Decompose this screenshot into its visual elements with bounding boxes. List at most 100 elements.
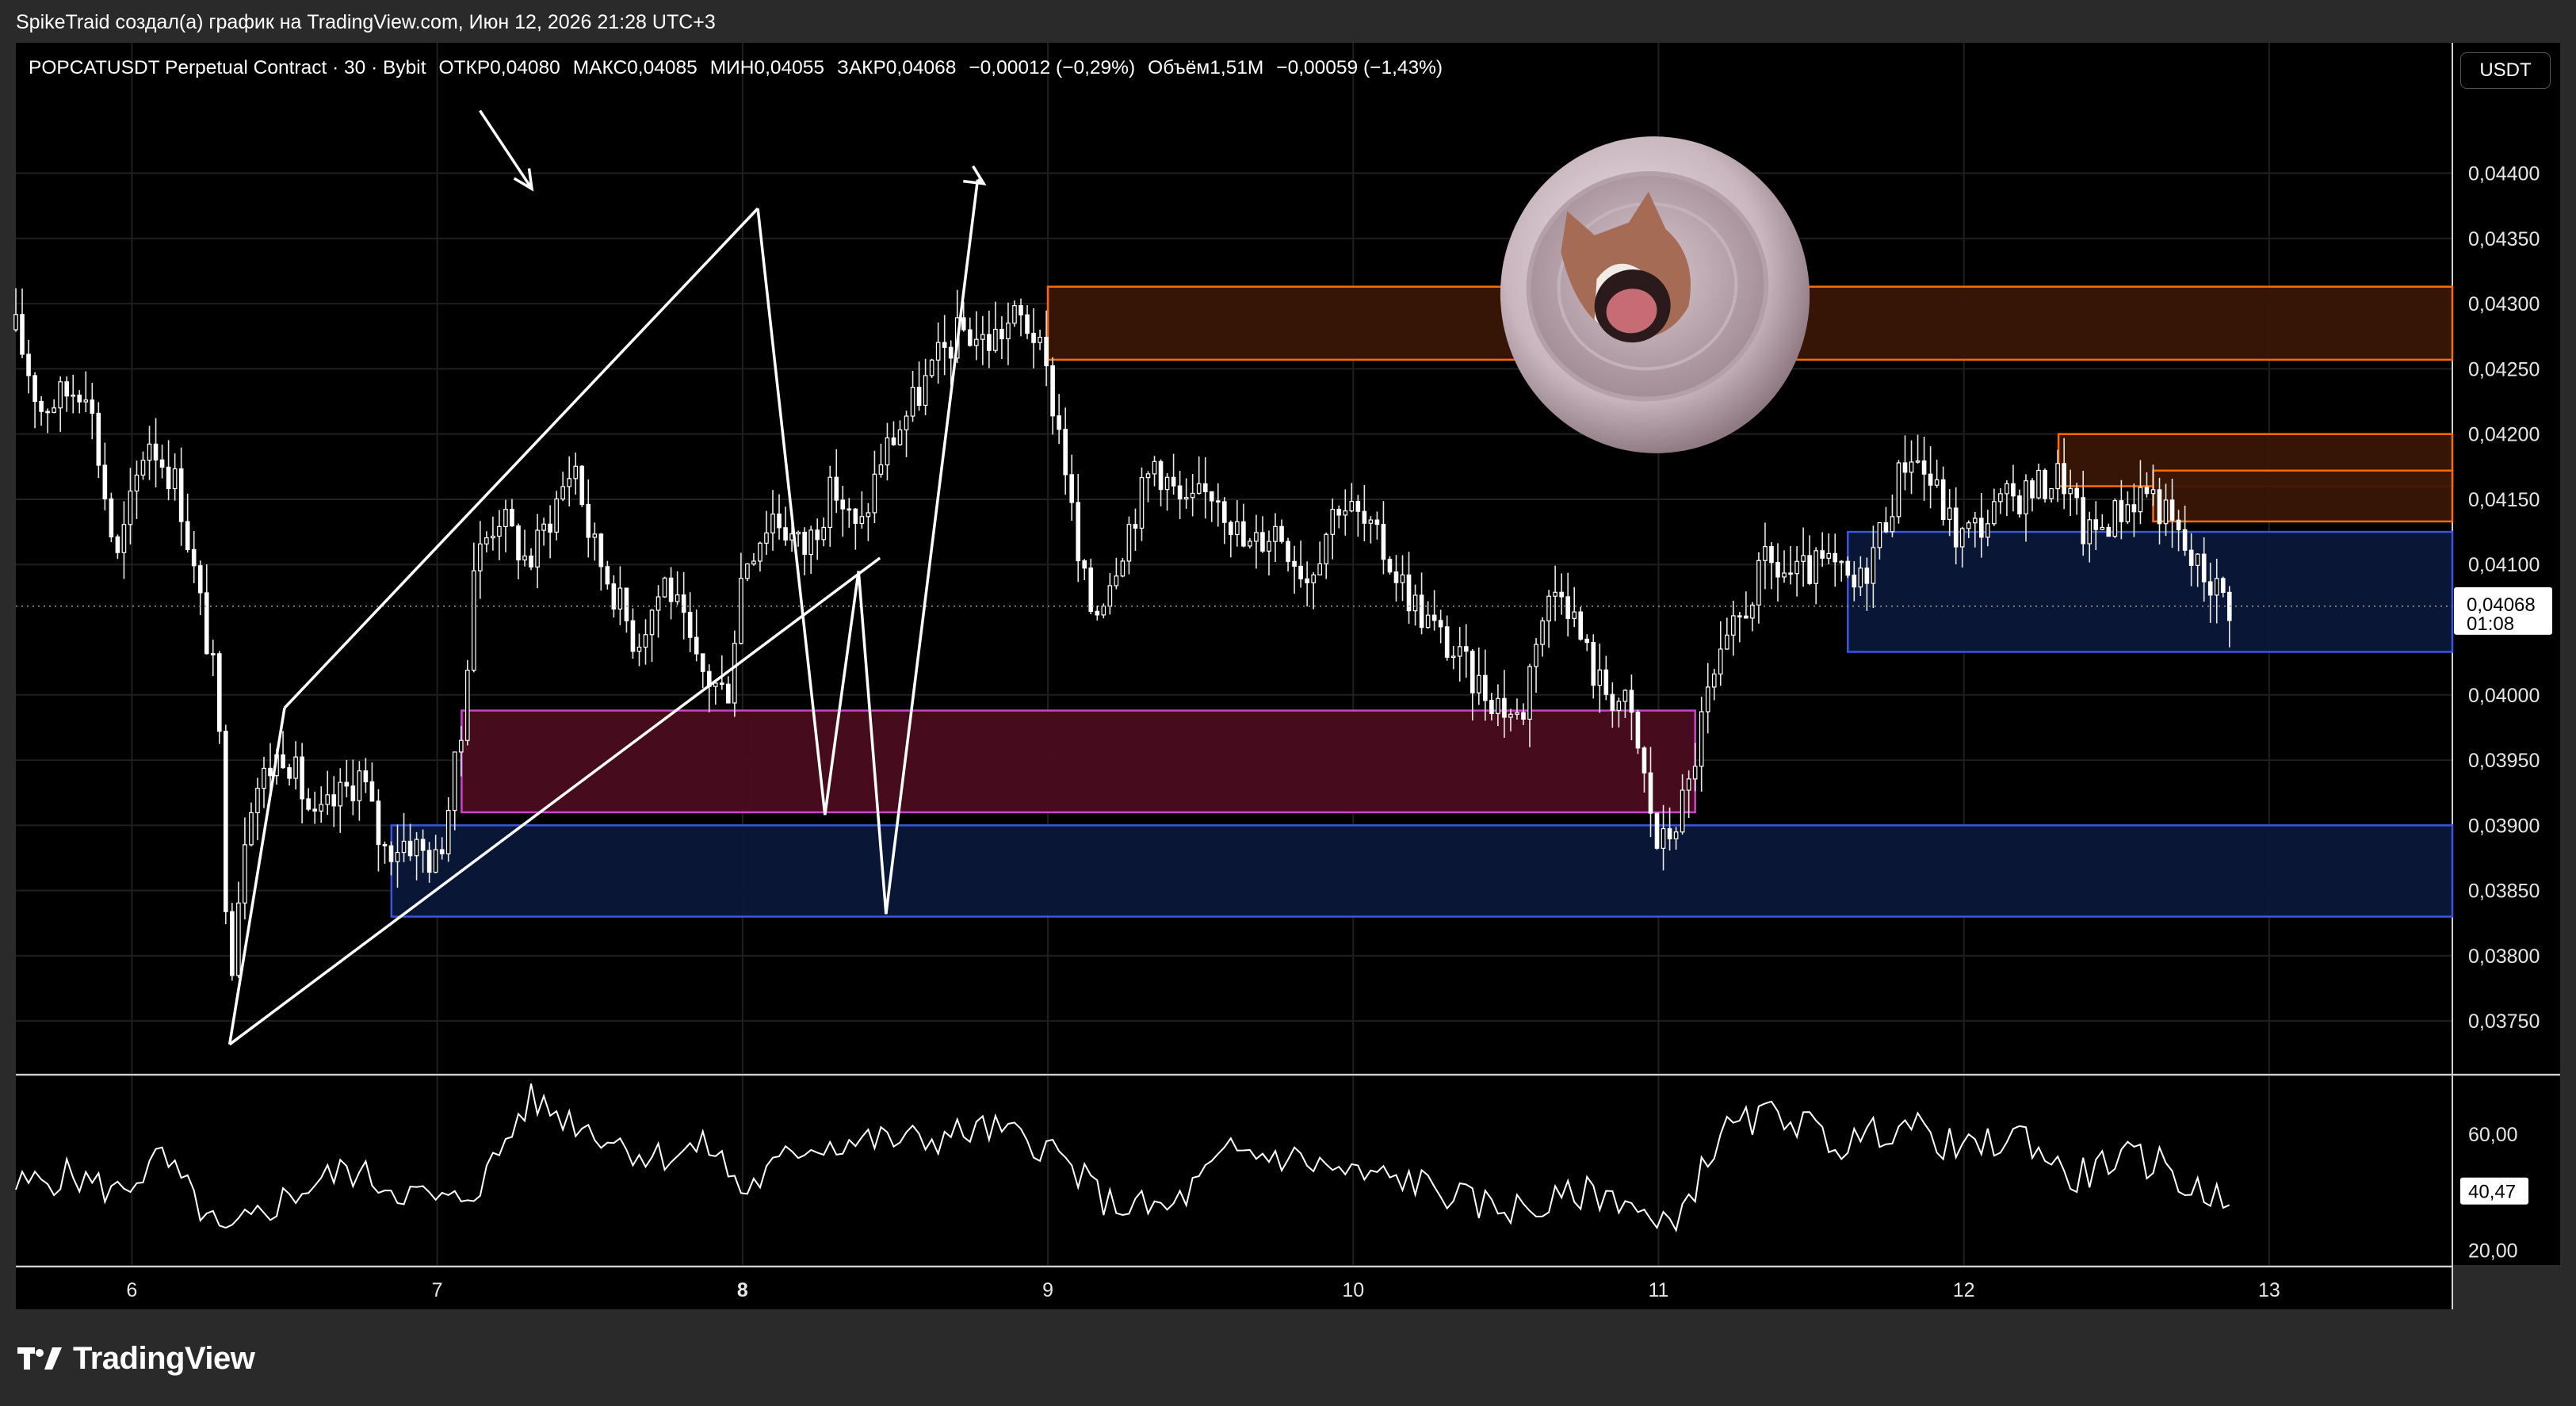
candle-body: [306, 798, 311, 810]
candle-body: [1496, 697, 1500, 714]
candle-body: [58, 381, 63, 409]
candle-body: [2163, 499, 2169, 525]
candle-body: [1972, 518, 1978, 524]
symbol-name[interactable]: POPCATUSDT Perpetual Contract · 30 · Byb…: [29, 57, 426, 78]
candle-body: [1450, 655, 1456, 659]
candle-body: [1419, 594, 1424, 628]
candle-body: [420, 839, 426, 851]
candle-body: [363, 770, 369, 782]
candle-body: [1724, 634, 1729, 650]
tradingview-brand[interactable]: TradingView: [17, 1338, 255, 1379]
candle-body: [1807, 555, 1812, 584]
candle-body: [1864, 567, 1870, 584]
candle-body: [338, 781, 343, 807]
currency-button[interactable]: USDT: [2460, 52, 2551, 89]
candle-body: [1737, 615, 1742, 618]
candle-body: [204, 592, 209, 655]
candle-body: [834, 476, 839, 501]
candle-body: [210, 653, 216, 655]
candle-body: [2011, 483, 2016, 497]
candle-body: [433, 849, 438, 873]
candle-body: [758, 542, 762, 562]
candle-body: [1349, 501, 1355, 512]
volume-change: −0,00059 (−1,43%): [1276, 57, 1443, 78]
candle-body: [1400, 574, 1405, 583]
candle-body: [1578, 611, 1584, 640]
candle-body: [1133, 524, 1138, 529]
candle-body: [153, 443, 159, 460]
candle-body: [713, 682, 718, 687]
candle-body: [1839, 560, 1844, 564]
oscillator-scale[interactable]: [2452, 1076, 2560, 1265]
candle-body: [2081, 497, 2086, 544]
candle-body: [1202, 483, 1208, 493]
candle-body: [197, 565, 203, 594]
chart-area[interactable]: 0,04400 0,04350 0,04300 0,04250 0,04200 0,041…: [0, 0, 2576, 1406]
price-tick-label: 0,04000: [2468, 685, 2540, 707]
candle-body: [1705, 686, 1710, 713]
candle-body: [948, 346, 954, 359]
candle-body: [796, 531, 801, 535]
candle-body: [516, 525, 521, 561]
candle-body: [1260, 532, 1265, 552]
candle-body: [885, 437, 890, 466]
candle-body: [929, 359, 934, 376]
symbol-legend[interactable]: POPCATUSDT Perpetual Contract · 30 · Byb…: [29, 57, 1443, 79]
candle-body: [1076, 502, 1081, 562]
price-tick-label: 0,04250: [2468, 358, 2540, 380]
candle-body: [71, 394, 76, 397]
candle-body: [395, 851, 400, 862]
candle-body: [52, 407, 56, 413]
candle-body: [808, 529, 813, 556]
candle-body: [1992, 501, 1997, 525]
candle-body: [1940, 479, 1946, 520]
candle-body: [1082, 560, 1087, 569]
candle-body: [529, 555, 533, 567]
candle-body: [503, 509, 508, 528]
price-tick-label: 0,03850: [2468, 881, 2540, 903]
candle-body: [64, 381, 70, 397]
oscillator-pane: [16, 1076, 2452, 1265]
candle-body: [866, 512, 871, 518]
candle-body: [172, 468, 178, 490]
ohlc-low: МИН0,04055: [709, 57, 825, 78]
candle-body: [1711, 673, 1717, 688]
candle-body: [2049, 487, 2054, 499]
time-scale[interactable]: [16, 1268, 2452, 1309]
candle-body: [1610, 693, 1615, 711]
candle-body: [567, 478, 572, 487]
price-tick-label: 0,04100: [2468, 554, 2540, 576]
candle-body: [859, 516, 865, 525]
candle-body: [45, 411, 50, 414]
candle-body: [1515, 712, 1519, 715]
candle-body: [891, 437, 896, 445]
candle-body: [1431, 614, 1437, 621]
candle-body: [2207, 581, 2213, 596]
candle-body: [923, 375, 928, 406]
candle-body: [840, 499, 846, 510]
brand-name: TradingView: [73, 1340, 255, 1376]
candle-body: [191, 548, 197, 567]
candle-body: [2188, 549, 2194, 566]
candle-body: [999, 328, 1004, 339]
candle-body: [1845, 560, 1851, 576]
candle-body: [586, 503, 591, 538]
candle-body: [2220, 578, 2226, 594]
candle-body: [376, 800, 381, 846]
candle-body: [1699, 711, 1704, 767]
candle-body: [904, 415, 909, 430]
time-tick-label: 9: [1042, 1279, 1053, 1301]
candle-body: [2131, 504, 2137, 513]
candle-body: [102, 464, 108, 500]
candle-body: [1324, 533, 1329, 565]
last-price-label: 0,04068: [2467, 594, 2536, 616]
candle-body: [1794, 560, 1799, 575]
candle-body: [630, 620, 636, 652]
candle-body: [1317, 563, 1322, 575]
candle-body: [1248, 541, 1252, 547]
candle-body: [2087, 519, 2093, 544]
candle-body: [1273, 525, 1278, 542]
candle-body: [821, 526, 827, 541]
candle-body: [770, 514, 775, 533]
candle-body: [287, 767, 292, 779]
